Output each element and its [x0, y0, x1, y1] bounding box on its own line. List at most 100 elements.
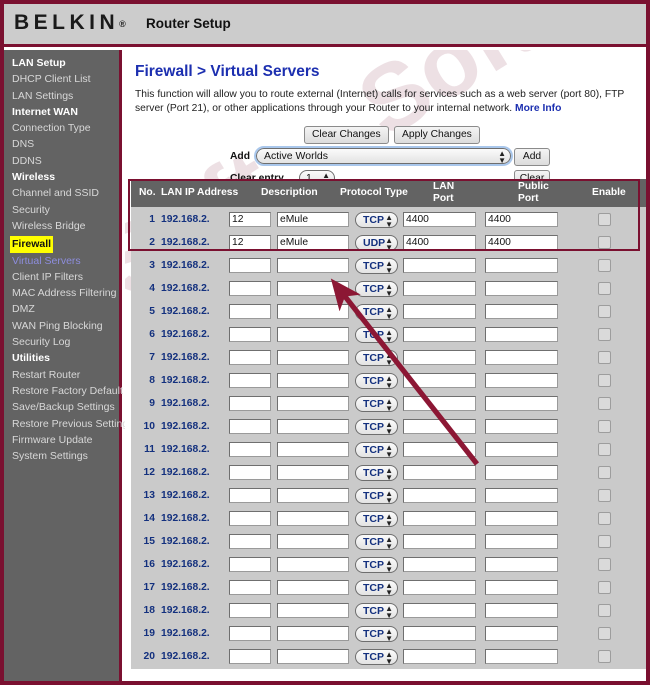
sidebar-item-wireless-bridge[interactable]: Wireless Bridge — [12, 218, 119, 234]
lan-port-input[interactable] — [403, 258, 476, 273]
enable-checkbox[interactable] — [598, 581, 611, 594]
protocol-type-select[interactable]: TCP▲▼ — [355, 212, 398, 228]
lan-port-input[interactable] — [403, 580, 476, 595]
public-port-input[interactable] — [485, 419, 558, 434]
enable-checkbox[interactable] — [598, 604, 611, 617]
protocol-type-select[interactable]: TCP▲▼ — [355, 557, 398, 573]
add-service-select[interactable]: Active Worlds ▲▼ — [256, 148, 511, 164]
description-input[interactable] — [277, 649, 349, 664]
protocol-type-select[interactable]: TCP▲▼ — [355, 304, 398, 320]
description-input[interactable] — [277, 511, 349, 526]
enable-checkbox[interactable] — [598, 282, 611, 295]
add-button[interactable]: Add — [514, 148, 550, 166]
description-input[interactable] — [277, 350, 349, 365]
description-input[interactable] — [277, 626, 349, 641]
lan-ip-suffix-input[interactable] — [229, 258, 271, 273]
enable-checkbox[interactable] — [598, 236, 611, 249]
lan-ip-suffix-input[interactable] — [229, 465, 271, 480]
lan-port-input[interactable]: 4400 — [403, 212, 476, 227]
description-input[interactable] — [277, 603, 349, 618]
lan-port-input[interactable] — [403, 327, 476, 342]
protocol-type-select[interactable]: TCP▲▼ — [355, 465, 398, 481]
description-input[interactable]: eMule — [277, 212, 349, 227]
enable-checkbox[interactable] — [598, 535, 611, 548]
sidebar-item-channel-and-ssid[interactable]: Channel and SSID — [12, 185, 119, 201]
protocol-type-select[interactable]: TCP▲▼ — [355, 534, 398, 550]
sidebar-item-dhcp-client-list[interactable]: DHCP Client List — [12, 71, 119, 87]
lan-ip-suffix-input[interactable]: 12 — [229, 212, 271, 227]
lan-ip-suffix-input[interactable] — [229, 327, 271, 342]
public-port-input[interactable] — [485, 327, 558, 342]
public-port-input[interactable] — [485, 281, 558, 296]
public-port-input[interactable]: 4400 — [485, 235, 558, 250]
lan-port-input[interactable] — [403, 511, 476, 526]
protocol-type-select[interactable]: TCP▲▼ — [355, 626, 398, 642]
sidebar-item-security[interactable]: Security — [12, 202, 119, 218]
public-port-input[interactable] — [485, 626, 558, 641]
lan-port-input[interactable] — [403, 557, 476, 572]
sidebar-item-client-ip-filters[interactable]: Client IP Filters — [12, 269, 119, 285]
public-port-input[interactable] — [485, 396, 558, 411]
protocol-type-select[interactable]: TCP▲▼ — [355, 258, 398, 274]
sidebar-item-mac-address-filtering[interactable]: MAC Address Filtering — [12, 285, 119, 301]
description-input[interactable] — [277, 580, 349, 595]
enable-checkbox[interactable] — [598, 397, 611, 410]
public-port-input[interactable] — [485, 373, 558, 388]
enable-checkbox[interactable] — [598, 259, 611, 272]
protocol-type-select[interactable]: TCP▲▼ — [355, 396, 398, 412]
protocol-type-select[interactable]: TCP▲▼ — [355, 603, 398, 619]
sidebar-item-firewall[interactable]: Firewall — [10, 236, 53, 252]
more-info-link[interactable]: More Info — [515, 103, 561, 114]
enable-checkbox[interactable] — [598, 213, 611, 226]
description-input[interactable]: eMule — [277, 235, 349, 250]
lan-ip-suffix-input[interactable]: 12 — [229, 235, 271, 250]
public-port-input[interactable] — [485, 258, 558, 273]
enable-checkbox[interactable] — [598, 305, 611, 318]
lan-ip-suffix-input[interactable] — [229, 281, 271, 296]
lan-port-input[interactable]: 4400 — [403, 235, 476, 250]
enable-checkbox[interactable] — [598, 558, 611, 571]
description-input[interactable] — [277, 557, 349, 572]
public-port-input[interactable] — [485, 511, 558, 526]
enable-checkbox[interactable] — [598, 328, 611, 341]
protocol-type-select[interactable]: TCP▲▼ — [355, 511, 398, 527]
sidebar-item-connection-type[interactable]: Connection Type — [12, 120, 119, 136]
lan-ip-suffix-input[interactable] — [229, 649, 271, 664]
public-port-input[interactable] — [485, 603, 558, 618]
description-input[interactable] — [277, 258, 349, 273]
lan-port-input[interactable] — [403, 281, 476, 296]
description-input[interactable] — [277, 304, 349, 319]
lan-ip-suffix-input[interactable] — [229, 419, 271, 434]
sidebar-item-ddns[interactable]: DDNS — [12, 153, 119, 169]
sidebar-item-dmz[interactable]: DMZ — [12, 301, 119, 317]
description-input[interactable] — [277, 281, 349, 296]
enable-checkbox[interactable] — [598, 351, 611, 364]
sidebar-item-lan-settings[interactable]: LAN Settings — [12, 88, 119, 104]
description-input[interactable] — [277, 419, 349, 434]
lan-ip-suffix-input[interactable] — [229, 350, 271, 365]
public-port-input[interactable] — [485, 557, 558, 572]
description-input[interactable] — [277, 442, 349, 457]
lan-ip-suffix-input[interactable] — [229, 304, 271, 319]
lan-port-input[interactable] — [403, 649, 476, 664]
lan-ip-suffix-input[interactable] — [229, 442, 271, 457]
sidebar-item-system-settings[interactable]: System Settings — [12, 448, 119, 464]
lan-port-input[interactable] — [403, 603, 476, 618]
lan-port-input[interactable] — [403, 534, 476, 549]
enable-checkbox[interactable] — [598, 466, 611, 479]
public-port-input[interactable] — [485, 488, 558, 503]
lan-port-input[interactable] — [403, 442, 476, 457]
sidebar-item-virtual-servers[interactable]: Virtual Servers — [12, 253, 119, 269]
protocol-type-select[interactable]: TCP▲▼ — [355, 649, 398, 665]
lan-ip-suffix-input[interactable] — [229, 534, 271, 549]
sidebar-item-firmware-update[interactable]: Firmware Update — [12, 432, 119, 448]
apply-changes-button[interactable]: Apply Changes — [394, 126, 480, 144]
description-input[interactable] — [277, 465, 349, 480]
lan-ip-suffix-input[interactable] — [229, 488, 271, 503]
lan-ip-suffix-input[interactable] — [229, 511, 271, 526]
lan-port-input[interactable] — [403, 396, 476, 411]
description-input[interactable] — [277, 373, 349, 388]
lan-port-input[interactable] — [403, 373, 476, 388]
protocol-type-select[interactable]: TCP▲▼ — [355, 442, 398, 458]
enable-checkbox[interactable] — [598, 489, 611, 502]
